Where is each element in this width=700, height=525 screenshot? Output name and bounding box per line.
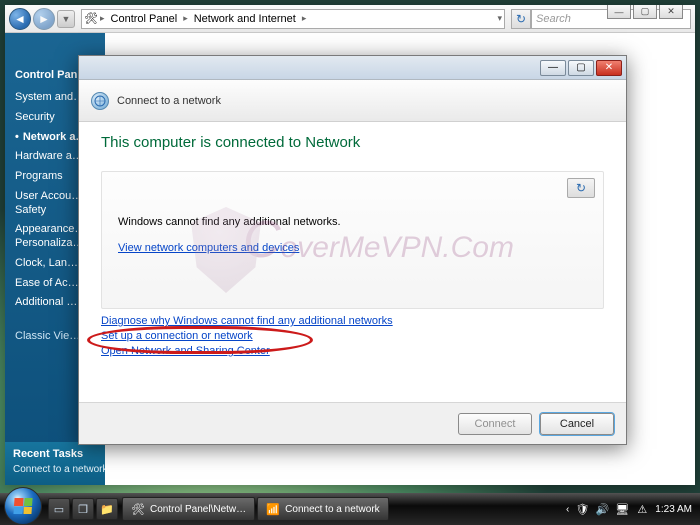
dialog-footer: Connect Cancel bbox=[79, 402, 626, 444]
taskbar-task-label: Connect to a network bbox=[285, 504, 380, 515]
windows-logo-icon bbox=[13, 498, 32, 514]
cancel-button[interactable]: Cancel bbox=[540, 413, 614, 435]
quick-launch: ▭ ❐ 📁 bbox=[48, 498, 118, 520]
open-sharing-center-link[interactable]: Open Network and Sharing Center bbox=[101, 345, 604, 357]
computer-icon[interactable]: 🖥 bbox=[615, 502, 629, 516]
network-icon: 📶 bbox=[266, 502, 280, 516]
breadcrumb-item[interactable]: Network and Internet bbox=[190, 13, 300, 25]
connection-status: This computer is connected to Network bbox=[101, 134, 604, 151]
connect-network-dialog: — ▢ ✕ Connect to a network This computer… bbox=[78, 55, 627, 445]
dialog-maximize-button[interactable]: ▢ bbox=[568, 60, 594, 76]
dialog-bottom-links: Diagnose why Windows cannot find any add… bbox=[101, 315, 604, 357]
volume-icon[interactable]: 🔊 bbox=[595, 502, 609, 516]
switch-windows-button[interactable]: ❐ bbox=[72, 498, 94, 520]
dialog-close-button[interactable]: ✕ bbox=[596, 60, 622, 76]
parent-title-buttons: — ▢ ✕ bbox=[607, 5, 683, 19]
dialog-body: This computer is connected to Network ↻ … bbox=[79, 122, 626, 402]
chevron-down-icon[interactable]: ▾ bbox=[497, 13, 502, 24]
dialog-title: Connect to a network bbox=[117, 95, 221, 107]
breadcrumb-item[interactable]: Control Panel bbox=[107, 13, 182, 25]
connect-button[interactable]: Connect bbox=[458, 413, 532, 435]
forward-button[interactable]: ► bbox=[33, 8, 55, 30]
dialog-minimize-button[interactable]: — bbox=[540, 60, 566, 76]
recent-task-link[interactable]: Connect to a network bbox=[13, 464, 97, 475]
taskbar-task[interactable]: 📶 Connect to a network bbox=[257, 497, 389, 521]
security-shield-icon[interactable]: 🛡 bbox=[575, 502, 589, 516]
chevron-right-icon[interactable]: ▸ bbox=[100, 13, 105, 24]
parent-minimize-button[interactable]: — bbox=[607, 5, 631, 19]
breadcrumb[interactable]: 🛠 ▸ Control Panel ▸ Network and Internet… bbox=[81, 9, 505, 29]
recent-pages-button[interactable]: ▼ bbox=[57, 10, 75, 28]
parent-maximize-button[interactable]: ▢ bbox=[633, 5, 657, 19]
clock[interactable]: 1:23 AM bbox=[655, 504, 692, 515]
control-panel-icon: 🛠 bbox=[84, 12, 98, 26]
control-panel-icon: 🛠 bbox=[131, 502, 145, 516]
taskbar-task-label: Control Panel\Netw… bbox=[150, 504, 246, 515]
start-button[interactable] bbox=[4, 487, 42, 525]
system-tray: ‹ 🛡 🔊 🖥 ⚠ 1:23 AM bbox=[566, 502, 700, 516]
taskbar-task[interactable]: 🛠 Control Panel\Netw… bbox=[122, 497, 255, 521]
refresh-networks-button[interactable]: ↻ bbox=[567, 178, 595, 198]
network-globe-icon bbox=[91, 92, 109, 110]
recent-tasks-section: Recent Tasks Connect to a network bbox=[5, 442, 105, 485]
refresh-button[interactable]: ↻ bbox=[511, 9, 531, 29]
back-button[interactable]: ◄ bbox=[9, 8, 31, 30]
no-networks-message: Windows cannot find any additional netwo… bbox=[118, 216, 587, 228]
chevron-right-icon[interactable]: ▸ bbox=[302, 13, 307, 24]
dialog-titlebar[interactable]: — ▢ ✕ bbox=[79, 56, 626, 80]
setup-connection-link[interactable]: Set up a connection or network bbox=[101, 330, 604, 342]
network-list-panel: ↻ Windows cannot find any additional net… bbox=[101, 171, 604, 309]
address-bar: ◄ ► ▼ 🛠 ▸ Control Panel ▸ Network and In… bbox=[5, 5, 695, 33]
quick-launch-item[interactable]: 📁 bbox=[96, 498, 118, 520]
taskbar: ▭ ❐ 📁 🛠 Control Panel\Netw… 📶 Connect to… bbox=[0, 493, 700, 525]
show-desktop-button[interactable]: ▭ bbox=[48, 498, 70, 520]
view-network-computers-link[interactable]: View network computers and devices bbox=[118, 242, 299, 254]
tray-expand-icon[interactable]: ‹ bbox=[566, 504, 569, 515]
parent-close-button[interactable]: ✕ bbox=[659, 5, 683, 19]
recent-tasks-header: Recent Tasks bbox=[13, 448, 97, 460]
dialog-header: Connect to a network bbox=[79, 80, 626, 122]
warning-icon[interactable]: ⚠ bbox=[635, 502, 649, 516]
chevron-right-icon[interactable]: ▸ bbox=[183, 13, 188, 24]
taskbar-tasks: 🛠 Control Panel\Netw… 📶 Connect to a net… bbox=[122, 497, 389, 521]
diagnose-link[interactable]: Diagnose why Windows cannot find any add… bbox=[101, 315, 604, 327]
